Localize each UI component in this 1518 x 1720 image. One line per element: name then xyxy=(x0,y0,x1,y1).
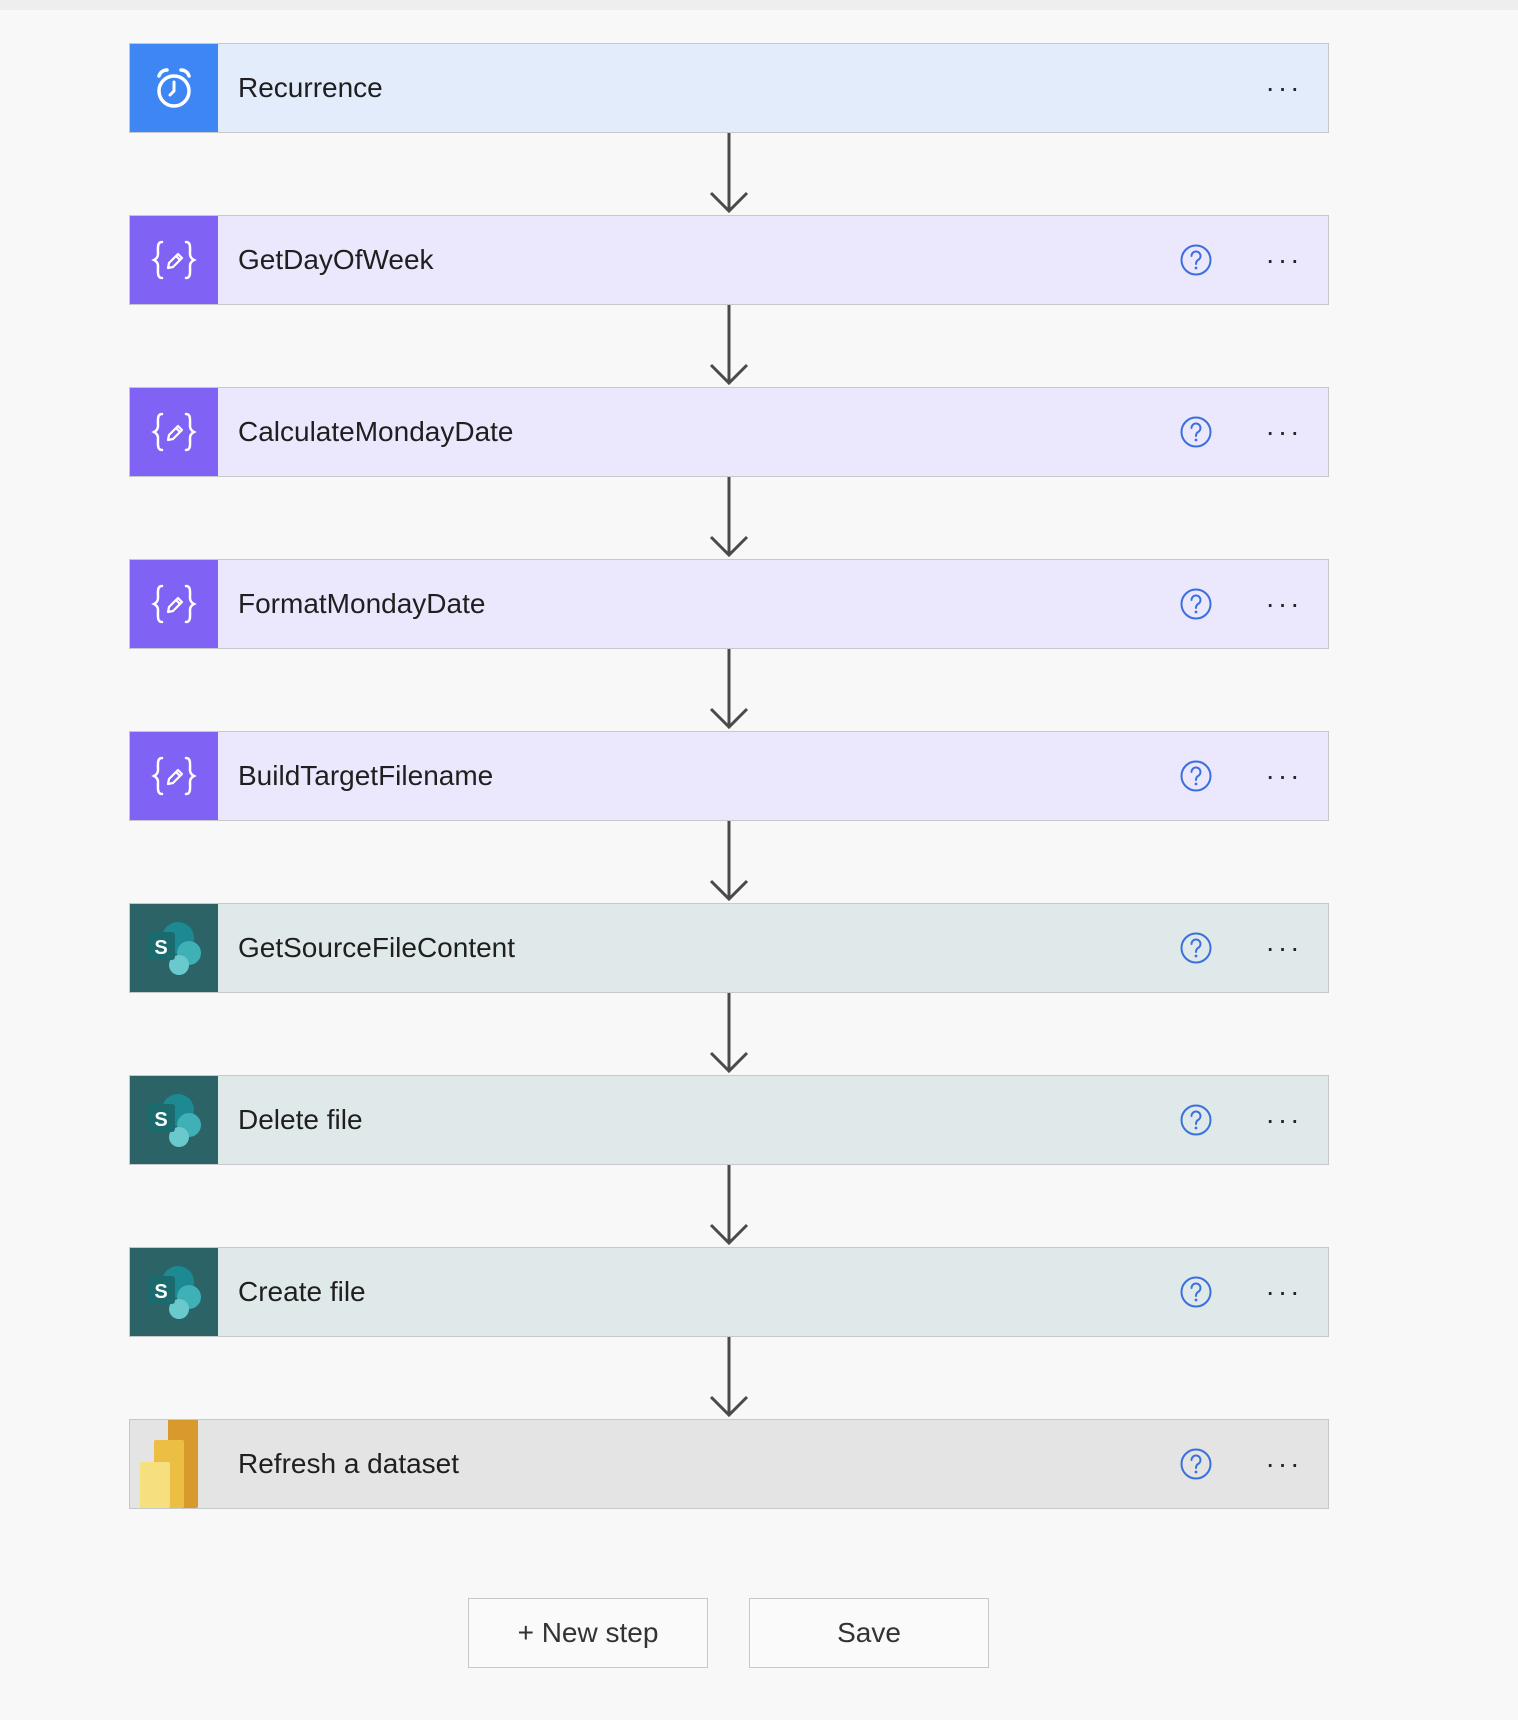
more-options-button[interactable]: ··· xyxy=(1254,58,1314,118)
step-help-button[interactable] xyxy=(1174,1270,1218,1314)
step-help-button[interactable] xyxy=(1174,1098,1218,1142)
step-icon-box xyxy=(130,560,218,648)
flow-step-card[interactable]: GetDayOfWeek ··· xyxy=(129,215,1329,305)
svg-text:S: S xyxy=(154,1109,167,1131)
step-connector xyxy=(129,477,1329,559)
more-options-button[interactable]: ··· xyxy=(1254,1090,1314,1150)
help-icon xyxy=(1180,416,1212,448)
step-title: Refresh a dataset xyxy=(238,1448,460,1479)
flow-actions: + New step Save xyxy=(468,1598,989,1668)
top-band xyxy=(0,0,1518,10)
step-title: Delete file xyxy=(238,1104,363,1135)
step-title: BuildTargetFilename xyxy=(238,760,494,791)
step-connector xyxy=(129,305,1329,387)
sharepoint-icon: S xyxy=(147,1266,201,1319)
step-icon-box xyxy=(130,216,218,304)
arrow-connector-icon xyxy=(709,1165,749,1246)
step-connector xyxy=(129,1165,1329,1247)
variable-edit-icon xyxy=(151,584,197,624)
variable-edit-icon xyxy=(151,240,197,280)
svg-text:S: S xyxy=(154,1281,167,1303)
power-bi-icon xyxy=(140,1420,198,1508)
flow-step-card[interactable]: S Create file ··· xyxy=(129,1247,1329,1337)
more-options-button[interactable]: ··· xyxy=(1254,574,1314,634)
step-connector xyxy=(129,649,1329,731)
arrow-connector-icon xyxy=(709,821,749,902)
step-icon-box: S xyxy=(130,1076,218,1164)
flow-step-card[interactable]: CalculateMondayDate ··· xyxy=(129,387,1329,477)
step-connector xyxy=(129,821,1329,903)
arrow-connector-icon xyxy=(709,649,749,730)
flow-canvas: Recurrence ··· GetDayOfWeek ··· Calculate… xyxy=(129,43,1329,1509)
step-icon-box xyxy=(130,1420,218,1508)
help-icon xyxy=(1180,588,1212,620)
step-help-button[interactable] xyxy=(1174,238,1218,282)
svg-text:S: S xyxy=(154,937,167,959)
step-connector xyxy=(129,133,1329,215)
help-icon xyxy=(1180,932,1212,964)
help-icon xyxy=(1180,244,1212,276)
more-options-button[interactable]: ··· xyxy=(1254,230,1314,290)
step-title: CalculateMondayDate xyxy=(238,416,514,447)
flow-step-card[interactable]: FormatMondayDate ··· xyxy=(129,559,1329,649)
step-icon-box: S xyxy=(130,904,218,992)
more-options-button[interactable]: ··· xyxy=(1254,402,1314,462)
more-options-button[interactable]: ··· xyxy=(1254,1262,1314,1322)
new-step-button[interactable]: + New step xyxy=(468,1598,708,1668)
step-title: FormatMondayDate xyxy=(238,588,486,619)
arrow-connector-icon xyxy=(709,305,749,386)
sharepoint-icon: S xyxy=(147,922,201,975)
arrow-connector-icon xyxy=(709,477,749,558)
sharepoint-icon: S xyxy=(147,1094,201,1147)
more-options-button[interactable]: ··· xyxy=(1254,746,1314,806)
flow-step-card[interactable]: Recurrence ··· xyxy=(129,43,1329,133)
step-help-button[interactable] xyxy=(1174,582,1218,626)
help-icon xyxy=(1180,760,1212,792)
more-options-button[interactable]: ··· xyxy=(1254,918,1314,978)
flow-step-card[interactable]: Refresh a dataset ··· xyxy=(129,1419,1329,1509)
step-title: GetDayOfWeek xyxy=(238,244,434,275)
more-options-button[interactable]: ··· xyxy=(1254,1434,1314,1494)
save-button[interactable]: Save xyxy=(749,1598,989,1668)
step-help-button[interactable] xyxy=(1174,410,1218,454)
flow-step-card[interactable]: S Delete file ··· xyxy=(129,1075,1329,1165)
alarm-clock-icon xyxy=(157,68,191,108)
step-connector xyxy=(129,993,1329,1075)
arrow-connector-icon xyxy=(709,993,749,1074)
step-help-button[interactable] xyxy=(1174,1442,1218,1486)
variable-edit-icon xyxy=(151,756,197,796)
help-icon xyxy=(1180,1104,1212,1136)
step-help-button[interactable] xyxy=(1174,754,1218,798)
step-icon-box xyxy=(130,44,218,132)
flow-step-card[interactable]: S GetSourceFileContent ··· xyxy=(129,903,1329,993)
step-title: Create file xyxy=(238,1276,366,1307)
help-icon xyxy=(1180,1448,1212,1480)
arrow-connector-icon xyxy=(709,1337,749,1418)
step-connector xyxy=(129,1337,1329,1419)
arrow-connector-icon xyxy=(709,133,749,214)
step-icon-box xyxy=(130,732,218,820)
step-help-button[interactable] xyxy=(1174,926,1218,970)
help-icon xyxy=(1180,1276,1212,1308)
step-title: Recurrence xyxy=(238,72,383,103)
flow-step-card[interactable]: BuildTargetFilename ··· xyxy=(129,731,1329,821)
variable-edit-icon xyxy=(151,412,197,452)
step-icon-box: S xyxy=(130,1248,218,1336)
step-title: GetSourceFileContent xyxy=(238,932,516,963)
step-icon-box xyxy=(130,388,218,476)
